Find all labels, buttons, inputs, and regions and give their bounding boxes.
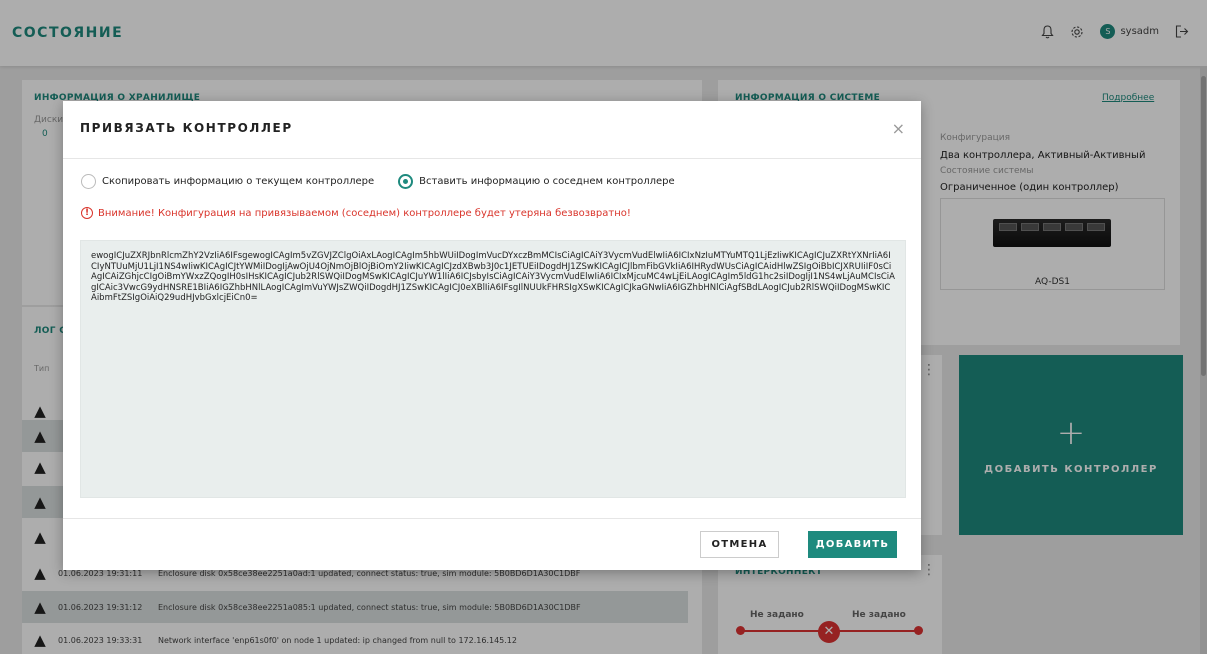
controller-info-textarea[interactable]: ewogICJuZXRJbnRlcmZhY2VzIiA6IFsgewogICAg…	[80, 240, 906, 498]
warning-message: ! Внимание! Конфигурация на привязываемо…	[81, 207, 631, 219]
alert-circle-icon: !	[81, 207, 93, 219]
radio-copy-option[interactable]: Скопировать информацию о текущем контрол…	[81, 174, 374, 189]
divider	[63, 158, 921, 159]
radio-button-unchecked[interactable]	[81, 174, 96, 189]
bind-controller-dialog: ПРИВЯЗАТЬ КОНТРОЛЛЕР × Скопировать инфор…	[63, 101, 921, 570]
add-button[interactable]: ДОБАВИТЬ	[808, 531, 897, 558]
radio-button-checked[interactable]	[398, 174, 414, 189]
warning-text: Внимание! Конфигурация на привязываемом …	[98, 207, 631, 219]
mode-radio-group: Скопировать информацию о текущем контрол…	[81, 174, 699, 189]
close-icon[interactable]: ×	[892, 119, 905, 138]
dialog-title: ПРИВЯЗАТЬ КОНТРОЛЛЕР	[80, 121, 293, 135]
cancel-button[interactable]: ОТМЕНА	[700, 531, 779, 558]
radio-copy-label: Скопировать информацию о текущем контрол…	[102, 176, 375, 187]
radio-paste-label: Вставить информацию о соседнем контролле…	[419, 176, 675, 187]
divider	[63, 518, 921, 519]
radio-paste-option[interactable]: Вставить информацию о соседнем контролле…	[398, 174, 675, 189]
